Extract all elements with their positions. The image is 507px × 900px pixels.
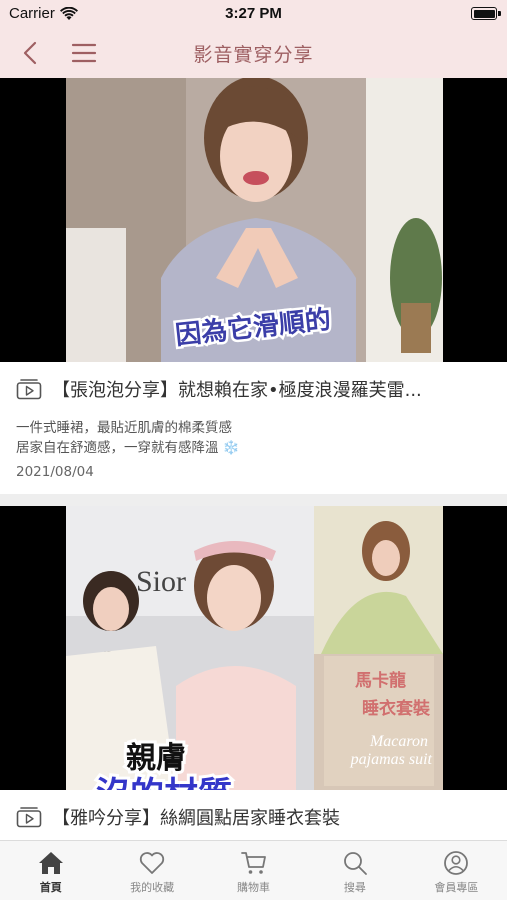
tab-member[interactable]: 會員專區 [406, 841, 507, 900]
store-sign-text: Sior [136, 565, 186, 598]
status-time: 3:27 PM [225, 5, 282, 22]
video-card[interactable]: Sior 馬卡龍 睡衣套裝 Macaron pajamas suit 親膚 【雅… [0, 506, 507, 840]
video-card[interactable]: 因為它滑順的 【張泡泡分享】就想賴在家•極度浪漫羅芙雷... 一件式睡裙，最貼近… [0, 78, 507, 494]
card-body: 【雅吟分享】絲綢圓點居家睡衣套裝 [0, 790, 507, 840]
card-title-row[interactable]: 【雅吟分享】絲綢圓點居家睡衣套裝 [16, 804, 491, 830]
video-caption-sub: 沒的材質 [96, 775, 232, 790]
search-icon [344, 852, 367, 875]
card-body: 【張泡泡分享】就想賴在家•極度浪漫羅芙雷... 一件式睡裙，最貼近肌膚的棉柔質感… [0, 362, 507, 494]
video-title[interactable]: 【張泡泡分享】就想賴在家•極度浪漫羅芙雷... [52, 376, 491, 402]
tab-label: 購物車 [237, 881, 271, 894]
tab-label: 我的收藏 [130, 881, 175, 894]
tab-cart[interactable]: 購物車 [203, 841, 304, 900]
video-player[interactable]: Sior 馬卡龍 睡衣套裝 Macaron pajamas suit 親膚 [0, 506, 507, 790]
description-line: 居家自在舒適感，一穿就有感降溫 ❄️ [16, 440, 240, 456]
home-icon [38, 852, 63, 874]
video-description: 一件式睡裙，最貼近肌膚的棉柔質感 居家自在舒適感，一穿就有感降溫 ❄️ [16, 418, 491, 458]
tab-favorites[interactable]: 我的收藏 [101, 841, 202, 900]
tab-home[interactable]: 首頁 [0, 841, 101, 900]
tab-label: 會員專區 [434, 881, 479, 894]
status-bar: Carrier 3:27 PM [0, 0, 507, 28]
video-play-icon [16, 379, 42, 400]
video-play-icon [16, 807, 42, 828]
tab-search[interactable]: 搜尋 [304, 841, 405, 900]
tab-label: 搜尋 [343, 881, 366, 894]
tab-bar: 首頁 我的收藏 購物車 搜尋 會員專區 [0, 840, 507, 900]
promo-title-line: 睡衣套裝 [362, 698, 431, 719]
video-feed[interactable]: 因為它滑順的 【張泡泡分享】就想賴在家•極度浪漫羅芙雷... 一件式睡裙，最貼近… [0, 78, 507, 840]
card-title-row[interactable]: 【張泡泡分享】就想賴在家•極度浪漫羅芙雷... [16, 376, 491, 402]
video-player[interactable]: 因為它滑順的 [0, 78, 507, 362]
battery-tip [498, 11, 501, 16]
promo-title-line: 馬卡龍 [355, 670, 406, 691]
page-title: 影音實穿分享 [193, 44, 314, 66]
heart-icon [139, 852, 165, 874]
video-date: 2021/08/04 [16, 464, 94, 480]
nav-bar: 影音實穿分享 [0, 28, 507, 78]
battery-icon [471, 7, 497, 20]
video-thumbnail[interactable]: Sior 馬卡龍 睡衣套裝 Macaron pajamas suit 親膚 [66, 506, 443, 790]
video-title[interactable]: 【雅吟分享】絲綢圓點居家睡衣套裝 [52, 804, 491, 830]
promo-en-line: Macaron [369, 733, 428, 750]
tab-label: 首頁 [39, 881, 62, 894]
promo-en-line: pajamas suit [350, 751, 433, 768]
cart-icon [240, 852, 266, 874]
video-thumbnail[interactable]: 因為它滑順的 [66, 78, 443, 362]
video-caption: 親膚 [126, 741, 186, 776]
description-line: 一件式睡裙，最貼近肌膚的棉柔質感 [16, 420, 232, 436]
user-icon [444, 851, 469, 875]
